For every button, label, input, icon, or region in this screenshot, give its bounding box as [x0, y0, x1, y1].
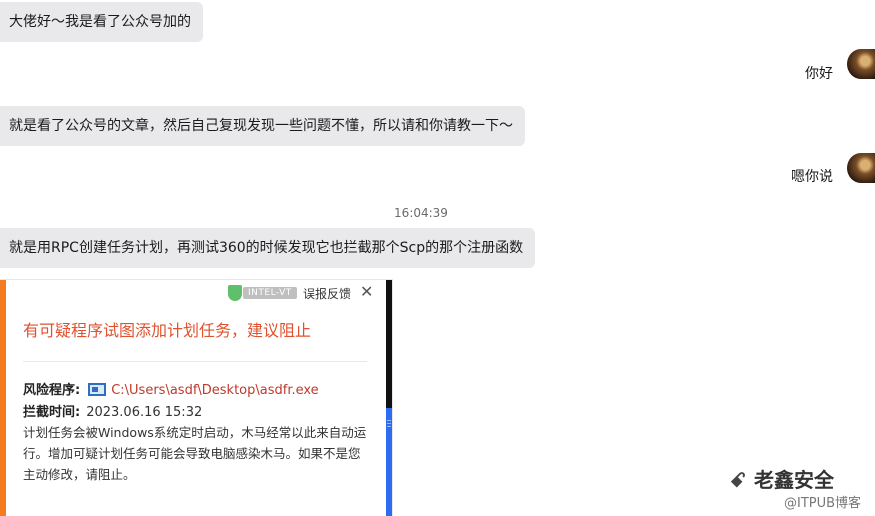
- message-text: 就是看了公众号的文章，然后自己复现发现一些问题不懂，所以请和你请教一下～: [9, 118, 513, 134]
- chat-message-left: 就是看了公众号的文章，然后自己复现发现一些问题不懂，所以请和你请教一下～: [0, 106, 525, 146]
- wechat-icon: ꗃ: [730, 468, 746, 492]
- risk-program-path: C:\Users\asdf\Desktop\asdfr.exe: [111, 383, 319, 398]
- risk-program-row: 风险程序: C:\Users\asdf\Desktop\asdfr.exe: [23, 379, 319, 398]
- chat-message-right: 你好: [805, 64, 833, 84]
- close-icon[interactable]: ✕: [360, 282, 373, 301]
- intel-vt-label: INTEL-VT: [243, 287, 297, 299]
- chat-message-left: 大佬好～我是看了公众号加的: [0, 2, 203, 42]
- alert-title: 有可疑程序试图添加计划任务，建议阻止: [23, 321, 312, 340]
- message-text: 嗯你说: [791, 169, 833, 185]
- message-timestamp: 16:04:39: [394, 206, 448, 220]
- scrollbar: [386, 280, 392, 516]
- avatar[interactable]: [847, 153, 875, 183]
- message-text: 就是用RPC创建任务计划，再测试360的时候发现它也拦截那个Scp的那个注册函数: [9, 240, 524, 256]
- program-window-icon: [88, 383, 107, 396]
- watermark-sub: @ITPUB博客: [784, 496, 862, 511]
- block-time-row: 拦截时间: 2023.06.16 15:32: [23, 401, 202, 420]
- chat-message-left: 就是用RPC创建任务计划，再测试360的时候发现它也拦截那个Scp的那个注册函数: [0, 228, 536, 268]
- risk-program-label: 风险程序:: [23, 383, 81, 398]
- block-time-label: 拦截时间:: [23, 405, 81, 420]
- alert-description: 计划任务会被Windows系统定时启动，木马经常以此来自动运行。增加可疑计划任务…: [23, 425, 367, 482]
- message-text: 你好: [805, 66, 833, 82]
- false-positive-feedback-link[interactable]: 误报反馈: [303, 285, 351, 302]
- security-alert-image[interactable]: INTEL-VT 误报反馈 ✕ 有可疑程序试图添加计划任务，建议阻止 风险程序:…: [0, 280, 392, 516]
- intel-vt-badge: INTEL-VT: [228, 285, 297, 301]
- watermark-name: ꗃ 老鑫安全: [730, 468, 834, 492]
- block-time-value: 2023.06.16 15:32: [86, 405, 203, 420]
- shield-icon: [228, 285, 242, 301]
- message-text: 大佬好～我是看了公众号加的: [9, 14, 191, 30]
- scrollbar-thumb: [386, 408, 392, 516]
- avatar[interactable]: [847, 49, 875, 79]
- chat-message-right: 嗯你说: [791, 167, 833, 187]
- divider: [23, 361, 367, 362]
